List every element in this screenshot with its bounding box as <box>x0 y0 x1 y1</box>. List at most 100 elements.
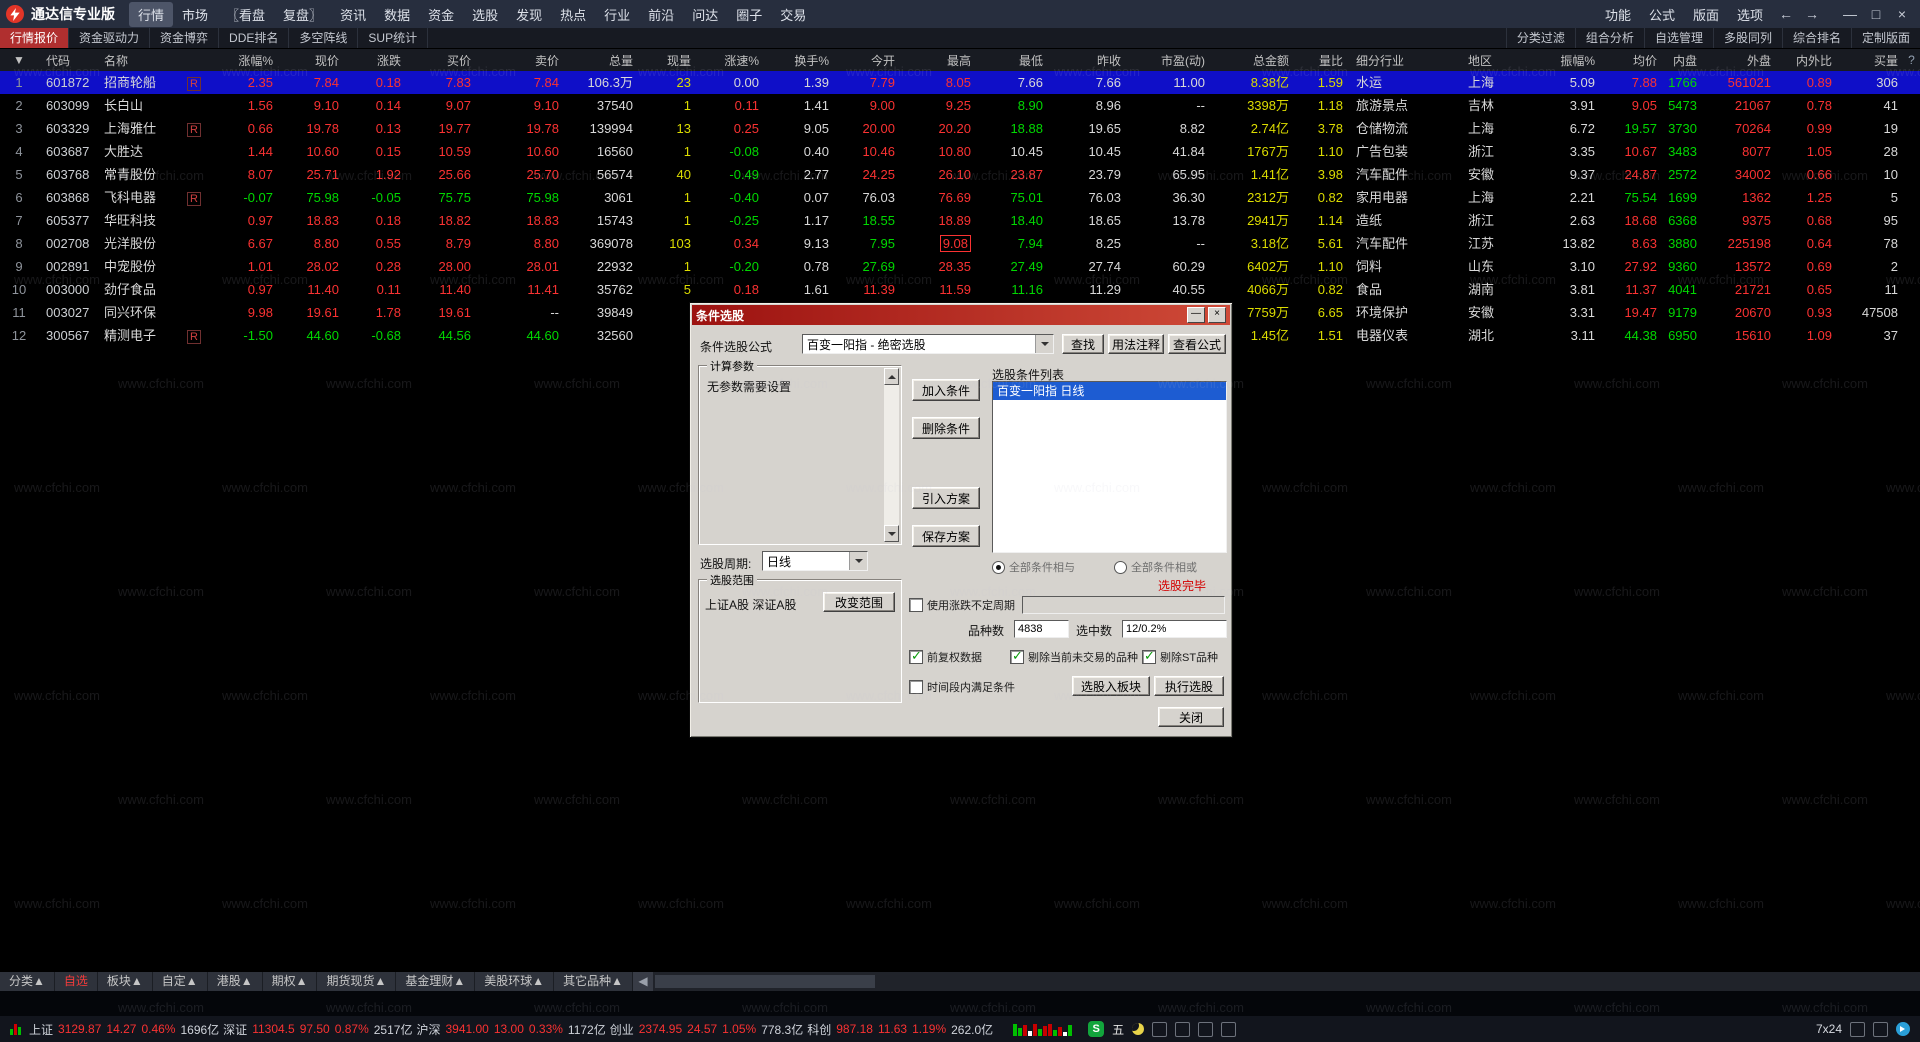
period-combo[interactable]: 日线 <box>762 551 868 571</box>
radio-and[interactable]: 全部条件相与 <box>992 559 1075 575</box>
widgets-icon[interactable] <box>1175 1022 1190 1037</box>
forward-adjust-checkbox[interactable]: 前复权数据 <box>909 649 982 665</box>
tab-期货现货▲[interactable]: 期货现货▲ <box>317 972 396 991</box>
tdx-logo-icon[interactable]: S <box>1088 1021 1104 1037</box>
menu-行情[interactable]: 行情 <box>129 2 173 27</box>
toolbar-SUP统计[interactable]: SUP统计 <box>358 28 428 48</box>
tab-美股环球▲[interactable]: 美股环球▲ <box>475 972 554 991</box>
column-header-内外比[interactable]: 内外比 <box>1776 52 1837 69</box>
index-沪深[interactable]: 沪深3941.0013.000.33%1172亿 <box>416 1021 605 1038</box>
column-header-最高[interactable]: 最高 <box>900 52 976 69</box>
tab-自选[interactable]: 自选 <box>55 972 98 991</box>
column-header-细分行业[interactable]: 细分行业 <box>1348 52 1460 69</box>
tab-分类▲[interactable]: 分类▲ <box>0 972 55 991</box>
view-formula-button[interactable]: 查看公式 <box>1168 334 1226 354</box>
import-plan-button[interactable]: 引入方案 <box>912 487 980 509</box>
column-header-内盘[interactable]: 内盘 <box>1662 52 1702 69</box>
column-header-市盈(动)[interactable]: 市盈(动) <box>1126 52 1210 69</box>
column-header-名称[interactable]: 名称 <box>96 52 180 69</box>
menu-数据[interactable]: 数据 <box>375 2 419 27</box>
column-header-卖价[interactable]: 卖价 <box>476 52 564 69</box>
menu-资讯[interactable]: 资讯 <box>331 2 375 27</box>
execute-button[interactable]: 执行选股 <box>1154 676 1224 696</box>
maximize-button[interactable]: □ <box>1864 6 1888 22</box>
stock-row-603868[interactable]: 6603868飞科电器R-0.0775.98-0.0575.7575.98306… <box>0 186 1920 209</box>
toolbar-资金博弈[interactable]: 资金博弈 <box>150 28 219 48</box>
scroll-up-icon[interactable] <box>884 368 899 385</box>
notification-icon[interactable] <box>1896 1022 1910 1036</box>
column-header-量比[interactable]: 量比 <box>1294 52 1348 69</box>
toolbar-资金驱动力[interactable]: 资金驱动力 <box>69 28 150 48</box>
tab-其它品种▲[interactable]: 其它品种▲ <box>554 972 633 991</box>
column-header-买价[interactable]: 买价 <box>406 52 476 69</box>
menu-前沿[interactable]: 前沿 <box>639 2 683 27</box>
column-header-外盘[interactable]: 外盘 <box>1702 52 1776 69</box>
updown-period-checkbox[interactable]: 使用涨跌不定周期 <box>909 597 1015 613</box>
column-header-均价[interactable]: 均价 <box>1600 52 1662 69</box>
user-icon[interactable] <box>1198 1022 1213 1037</box>
stock-row-603099[interactable]: 2603099长白山1.569.100.149.079.103754010.11… <box>0 94 1920 117</box>
menu-选股[interactable]: 选股 <box>463 2 507 27</box>
column-header-今开[interactable]: 今开 <box>834 52 900 69</box>
column-header-昨收[interactable]: 昨收 <box>1048 52 1126 69</box>
scroll-down-icon[interactable] <box>884 525 899 542</box>
toolbar-行情报价[interactable]: 行情报价 <box>0 28 69 48</box>
dialog-minimize-button[interactable]: — <box>1187 307 1205 323</box>
stock-row-002891[interactable]: 9002891中宠股份1.0128.020.2828.0028.01229321… <box>0 255 1920 278</box>
tab-基金理财▲[interactable]: 基金理财▲ <box>396 972 475 991</box>
column-header-代码[interactable]: 代码 <box>38 52 96 69</box>
usage-note-button[interactable]: 用法注释 <box>1108 334 1164 354</box>
stock-row-605377[interactable]: 7605377华旺科技0.9718.830.1818.8218.83157431… <box>0 209 1920 232</box>
menu-选项[interactable]: 选项 <box>1728 2 1772 27</box>
menu-功能[interactable]: 功能 <box>1596 2 1640 27</box>
theme-icon[interactable] <box>1152 1022 1167 1037</box>
forward-icon[interactable]: → <box>1800 6 1824 22</box>
stock-row-603329[interactable]: 3603329上海雅仕R0.6619.780.1319.7719.7813999… <box>0 117 1920 140</box>
column-header-振幅%[interactable]: 振幅% <box>1540 52 1600 69</box>
apps-icon[interactable] <box>1221 1022 1236 1037</box>
panel-icon[interactable] <box>1850 1022 1865 1037</box>
minimize-button[interactable]: — <box>1838 6 1862 22</box>
column-header-总量[interactable]: 总量 <box>564 52 638 69</box>
menu-发现[interactable]: 发现 <box>507 2 551 27</box>
index-科创[interactable]: 科创987.1811.631.19%262.0亿 <box>807 1021 993 1038</box>
column-header-现量[interactable]: 现量 <box>638 52 696 69</box>
toolbar-定制版面[interactable]: 定制版面 <box>1851 28 1920 48</box>
stock-row-603768[interactable]: 5603768常青股份8.0725.711.9225.6625.70565744… <box>0 163 1920 186</box>
tab-期权▲[interactable]: 期权▲ <box>263 972 318 991</box>
menu-资金[interactable]: 资金 <box>419 2 463 27</box>
tab-港股▲[interactable]: 港股▲ <box>208 972 263 991</box>
index-上证[interactable]: 上证3129.8714.270.46%1696亿 <box>29 1021 219 1038</box>
save-plan-button[interactable]: 保存方案 <box>912 525 980 547</box>
chevron-down-icon[interactable] <box>1035 335 1053 353</box>
params-scrollbar[interactable] <box>884 368 899 542</box>
delete-condition-button[interactable]: 删除条件 <box>912 417 980 439</box>
dialog-close-button[interactable]: × <box>1208 307 1226 323</box>
night-mode-icon[interactable] <box>1132 1023 1144 1035</box>
close-button[interactable]: × <box>1890 6 1914 22</box>
scrollbar-track[interactable] <box>884 385 899 525</box>
column-header-最低[interactable]: 最低 <box>976 52 1048 69</box>
tab-板块▲[interactable]: 板块▲ <box>98 972 153 991</box>
exclude-st-checkbox[interactable]: 剔除ST品种 <box>1142 649 1218 665</box>
toolbar-多空阵线[interactable]: 多空阵线 <box>289 28 358 48</box>
column-header-总金额[interactable]: 总金额 <box>1210 52 1294 69</box>
exclude-untraded-checkbox[interactable]: 剔除当前未交易的品种 <box>1010 649 1138 665</box>
dialog-close-action-button[interactable]: 关闭 <box>1158 707 1224 727</box>
tab-scroll-left-icon[interactable]: ◀ <box>633 972 653 991</box>
column-header-换手%[interactable]: 换手% <box>764 52 834 69</box>
toolbar-综合排名[interactable]: 综合排名 <box>1782 28 1851 48</box>
find-button[interactable]: 查找 <box>1062 334 1104 354</box>
chevron-down-icon[interactable] <box>849 552 867 570</box>
column-header-现价[interactable]: 现价 <box>278 52 344 69</box>
add-condition-button[interactable]: 加入条件 <box>912 379 980 401</box>
toolbar-组合分析[interactable]: 组合分析 <box>1575 28 1644 48</box>
tab-scrollbar[interactable] <box>653 972 1920 991</box>
stock-row-601872[interactable]: 1601872招商轮船R2.357.840.187.837.84106.3万23… <box>0 71 1920 94</box>
back-icon[interactable]: ← <box>1774 6 1798 22</box>
time-range-checkbox[interactable]: 时间段内满足条件 <box>909 679 1015 695</box>
dialog-title-bar[interactable]: 条件选股 — × <box>692 305 1230 325</box>
toolbar-分类过滤[interactable]: 分类过滤 <box>1506 28 1575 48</box>
menu-交易[interactable]: 交易 <box>771 2 815 27</box>
menu-〖看盘[interactable]: 〖看盘 <box>217 2 274 27</box>
